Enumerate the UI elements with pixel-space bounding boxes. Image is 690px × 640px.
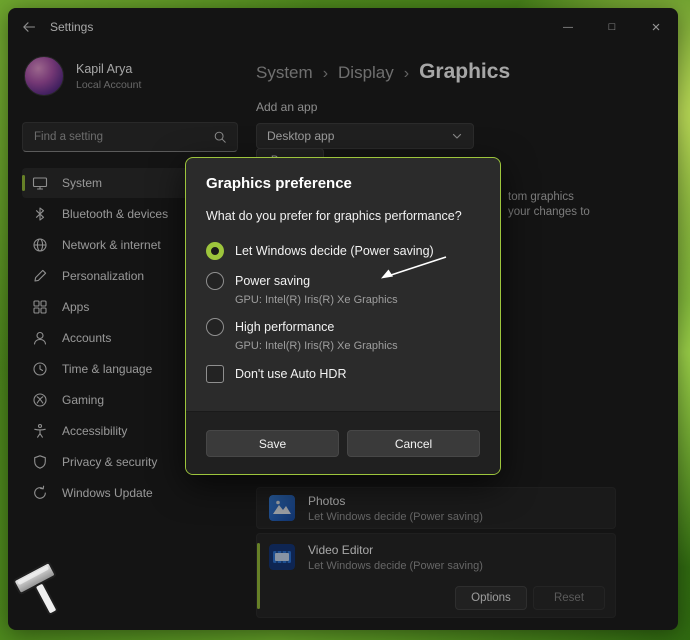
cancel-button[interactable]: Cancel bbox=[347, 430, 480, 457]
dialog-question: What do you prefer for graphics performa… bbox=[206, 208, 480, 225]
save-button-label: Save bbox=[259, 437, 286, 451]
radio-selected-icon[interactable] bbox=[206, 242, 224, 260]
gpu-info: GPU: Intel(R) Iris(R) Xe Graphics bbox=[235, 293, 480, 307]
annotation-arrow bbox=[376, 250, 454, 286]
radio-label: Power saving bbox=[235, 274, 310, 288]
graphics-preference-dialog: Graphics preference What do you prefer f… bbox=[185, 157, 501, 475]
hammer-cursor-icon bbox=[8, 556, 70, 622]
save-button[interactable]: Save bbox=[206, 430, 339, 457]
radio-unselected-icon[interactable] bbox=[206, 318, 224, 336]
checkbox-icon[interactable] bbox=[206, 365, 224, 383]
dialog-footer: Save Cancel bbox=[186, 411, 500, 475]
radio-unselected-icon[interactable] bbox=[206, 272, 224, 290]
gpu-info: GPU: Intel(R) Iris(R) Xe Graphics bbox=[235, 339, 480, 353]
radio-label: High performance bbox=[235, 320, 334, 334]
checkbox-label: Don't use Auto HDR bbox=[235, 367, 346, 381]
dialog-title: Graphics preference bbox=[206, 174, 480, 194]
radio-high-performance[interactable]: High performance bbox=[206, 317, 480, 337]
dont-use-auto-hdr-checkbox-row[interactable]: Don't use Auto HDR bbox=[206, 365, 480, 383]
settings-window: Settings — □ × Kapil Arya Local Account bbox=[8, 8, 678, 630]
cancel-button-label: Cancel bbox=[395, 437, 432, 451]
desktop-background: Settings — □ × Kapil Arya Local Account bbox=[0, 0, 690, 640]
